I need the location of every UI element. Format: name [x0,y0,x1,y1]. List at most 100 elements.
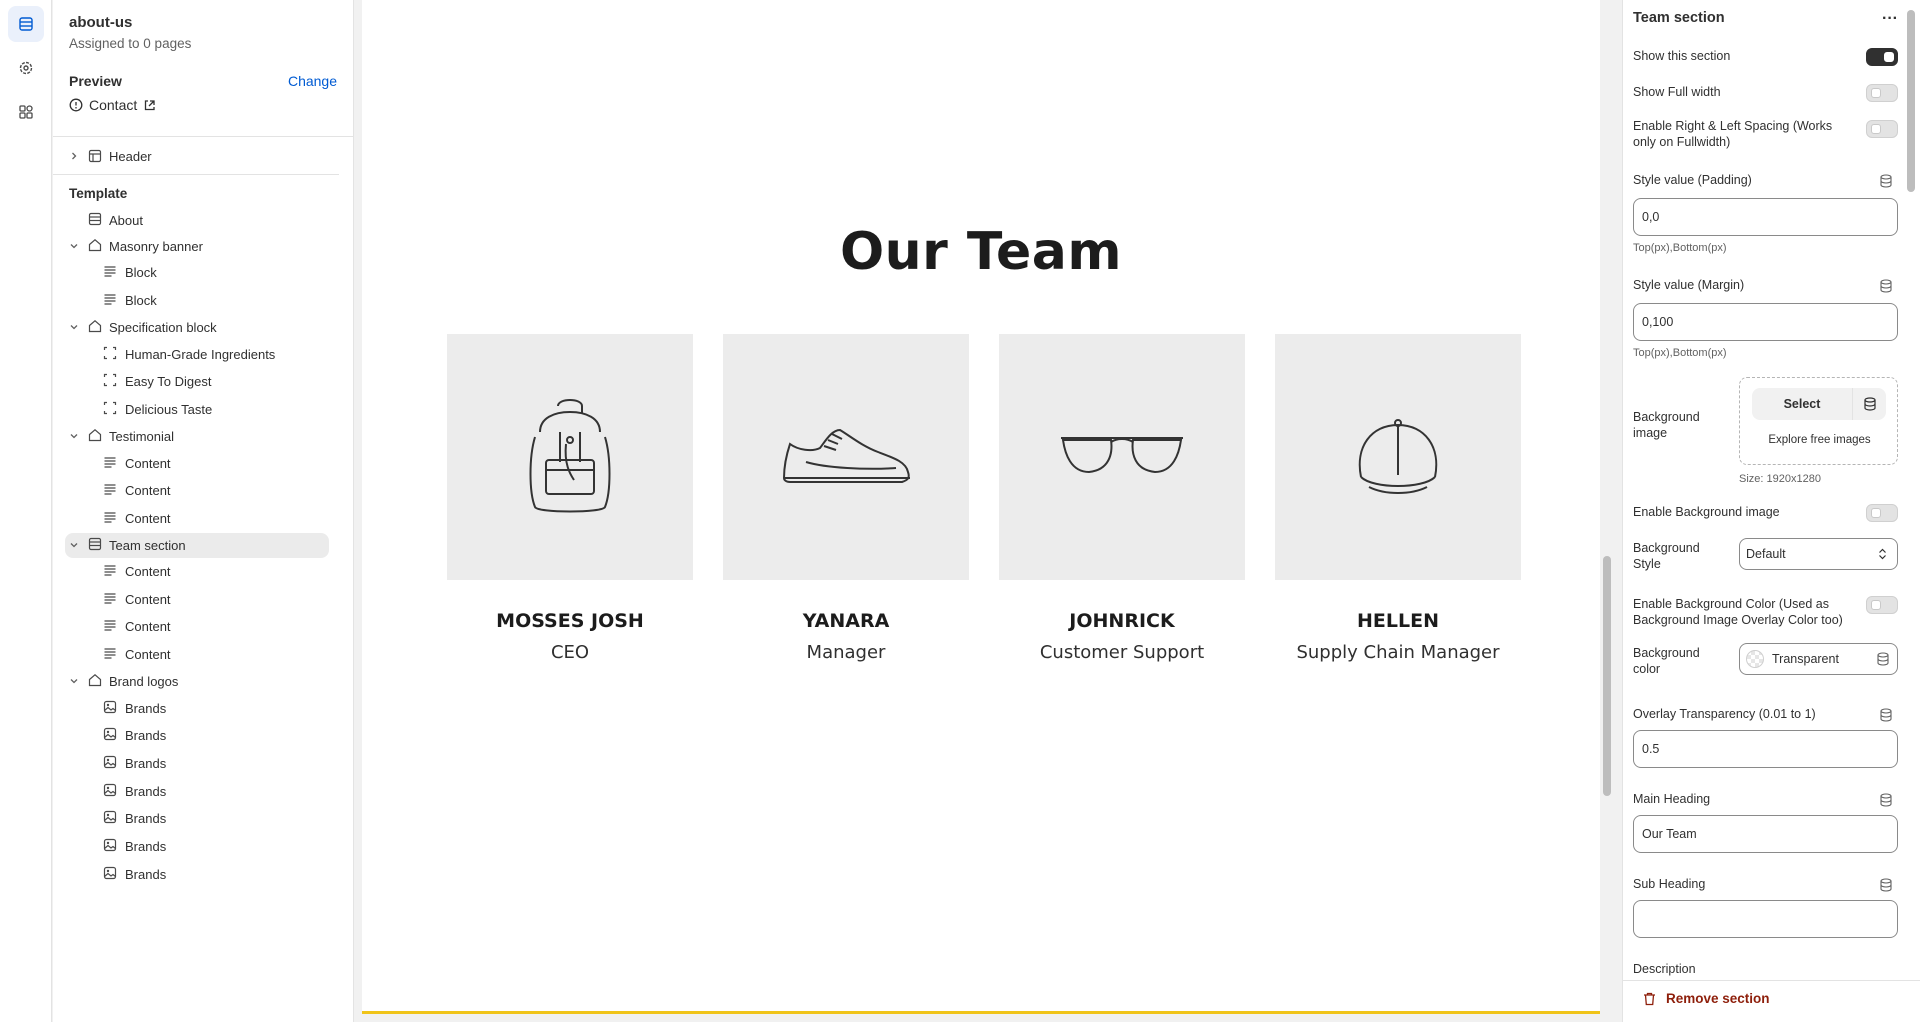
tree-item[interactable]: Masonry banner [53,233,339,259]
section-group-icon [88,428,102,445]
tree-item[interactable]: Content [53,558,339,586]
sub-heading-input[interactable] [1633,900,1898,938]
chevron-down-icon[interactable] [69,540,79,550]
tree-item[interactable]: Specification block [53,314,339,340]
tree-item[interactable]: Team section [65,532,329,558]
team-member-card[interactable]: YANARA Manager [723,334,969,663]
team-member-card[interactable]: JOHNRICK Customer Support [999,334,1245,663]
tree-item[interactable]: Brands [53,860,339,888]
dynamic-source-icon[interactable] [1852,388,1886,420]
tree-item-label: Content [125,483,171,499]
tree-item[interactable]: Brand logos [53,668,339,694]
padding-input[interactable]: 0,0 [1633,198,1898,236]
tree-item[interactable]: Block [53,259,339,287]
gear-icon[interactable] [8,50,44,86]
dynamic-source-icon[interactable] [1880,793,1892,807]
dynamic-source-icon[interactable] [1877,652,1889,666]
template-assignment: Assigned to 0 pages [69,36,192,51]
external-link-icon[interactable] [143,99,156,112]
chevron-down-icon[interactable] [69,241,79,251]
team-heading[interactable]: Our Team [362,222,1600,282]
tree-item[interactable]: Content [53,505,339,533]
chevron-down-icon[interactable] [69,431,79,441]
select-image-button[interactable]: Select [1752,388,1886,420]
overlay-input[interactable]: 0.5 [1633,730,1898,768]
tree-item-label: Block [125,293,157,309]
chevron-right-icon[interactable] [69,151,79,161]
full-width-toggle[interactable] [1866,84,1898,102]
image-size-help: Size: 1920x1280 [1739,473,1821,485]
preview-label: Preview [69,73,122,89]
trash-icon [1644,992,1655,1005]
tree-item[interactable]: Easy To Digest [53,368,339,396]
full-width-label: Show Full width [1633,85,1721,99]
margin-input[interactable]: 0,100 [1633,303,1898,341]
bg-color-value: Transparent [1772,652,1839,666]
tree-item[interactable]: Delicious Taste [53,396,339,424]
preview-area: Our Team MOSSES JOSH CEO YANARA Manager … [354,0,1622,1022]
change-preview-link[interactable]: Change [288,73,337,89]
bg-style-select[interactable]: Default [1739,538,1898,570]
preview-page[interactable]: Contact [69,97,337,113]
more-options-icon[interactable]: ··· [1882,10,1898,28]
tree-item-label: Brands [125,811,167,827]
dynamic-source-icon[interactable] [1880,878,1892,892]
member-role: Manager [806,642,886,663]
bg-style-label: Background Style [1633,541,1700,572]
main-heading-input[interactable]: Our Team [1633,815,1898,853]
bg-color-picker[interactable]: Transparent [1739,643,1898,675]
enable-bg-color-label: Enable Background Color (Used as Backgro… [1633,597,1843,628]
tree-item[interactable]: Content [53,585,339,613]
enable-bg-color-toggle[interactable] [1866,596,1898,614]
tree-item-label: Team section [109,537,186,553]
apps-icon[interactable] [8,94,44,130]
text-block-icon [103,646,117,663]
sections-icon[interactable] [8,6,44,42]
tree-item[interactable]: Brands [53,750,339,778]
chevron-down-icon[interactable] [69,322,79,332]
tree-item[interactable]: Content [53,613,339,641]
chevron-down-icon[interactable] [69,676,79,686]
tree-item[interactable]: Content [53,449,339,477]
bg-style-value: Default [1746,547,1786,561]
frame-block-icon [103,401,117,418]
dynamic-source-icon[interactable] [1880,279,1892,293]
section-settings-panel: Team section ··· Show this section Show … [1622,0,1920,1022]
enable-bg-image-toggle[interactable] [1866,504,1898,522]
tree-item[interactable]: Brands [53,694,339,722]
dynamic-source-icon[interactable] [1880,708,1892,722]
enable-bg-image-label: Enable Background image [1633,505,1780,519]
tree-item[interactable]: Brands [53,833,339,861]
tree-item[interactable]: Brands [53,777,339,805]
tree-item[interactable]: Testimonial [53,423,339,449]
tree-item[interactable]: Content [53,477,339,505]
tree-item[interactable]: About [53,207,339,233]
spacing-label: Enable Right & Left Spacing (Works only … [1633,119,1833,150]
explore-free-images-link[interactable]: Explore free images [1740,434,1899,446]
team-member-card[interactable]: MOSSES JOSH CEO [447,334,693,663]
tree-item-label: Brands [125,783,167,799]
dynamic-source-icon[interactable] [1880,174,1892,188]
bg-image-picker: Select Explore free images [1739,377,1898,465]
remove-section-button[interactable]: Remove section [1643,991,1770,1006]
tree-item[interactable]: Brands [53,722,339,750]
description-label: Description [1633,962,1696,976]
text-block-icon [103,618,117,635]
tree-item-label: Specification block [109,319,217,335]
tree-item-label: Content [125,563,171,579]
tree-item[interactable]: Content [53,641,339,669]
panel-scrollbar[interactable] [1906,0,1916,980]
overlay-label: Overlay Transparency (0.01 to 1) [1633,707,1816,721]
team-member-card[interactable]: HELLEN Supply Chain Manager [1275,334,1521,663]
tree-item-label: Header [109,148,152,164]
tree-item-header[interactable]: Header [53,140,339,172]
tree-item[interactable]: Brands [53,805,339,833]
member-role: Supply Chain Manager [1296,642,1500,663]
spacing-toggle[interactable] [1866,120,1898,138]
show-section-toggle[interactable] [1866,48,1898,66]
canvas-scrollbar[interactable] [1600,0,1614,1014]
tree-item[interactable]: Block [53,287,339,315]
tree-item[interactable]: Human-Grade Ingredients [53,340,339,368]
panel-title: Team section [1633,10,1725,26]
tree-item-label: Brands [125,700,167,716]
